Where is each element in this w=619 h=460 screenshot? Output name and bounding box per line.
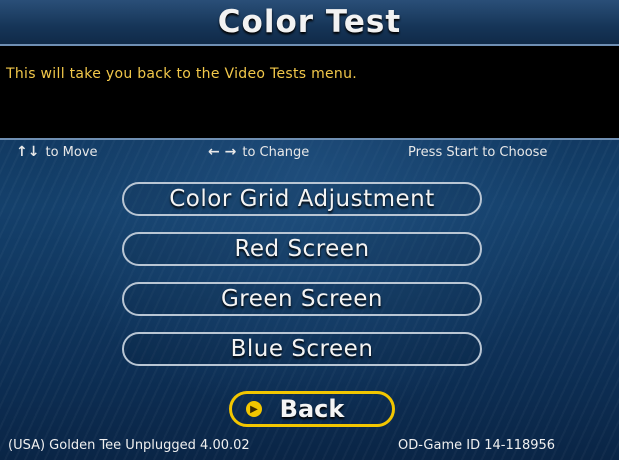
menu-item-red-screen[interactable]: Red Screen xyxy=(122,232,482,266)
start-hint: Press Start to Choose xyxy=(408,145,547,160)
title-bar: Color Test xyxy=(0,0,619,46)
page-title: Color Test xyxy=(217,4,402,40)
menu-item-green-screen[interactable]: Green Screen xyxy=(122,282,482,316)
version-text: (USA) Golden Tee Unplugged 4.00.02 xyxy=(8,438,250,453)
start-hint-label: Press Start to Choose xyxy=(408,144,548,160)
change-hint-label: to Change xyxy=(242,144,310,160)
message-box: This will take you back to the Video Tes… xyxy=(0,46,619,140)
back-button[interactable]: ▶ Back xyxy=(229,391,395,427)
menu-item-color-grid-adjustment[interactable]: Color Grid Adjustment xyxy=(122,182,482,216)
footer: (USA) Golden Tee Unplugged 4.00.02 OD-Ga… xyxy=(0,435,619,457)
menu-item-blue-screen[interactable]: Blue Screen xyxy=(122,332,482,366)
move-hint: ↑↓ to Move xyxy=(16,144,98,160)
selection-caret-icon: ▶ xyxy=(246,401,262,417)
controls-hint-bar: ↑↓ to Move ← → to Change Press Start to … xyxy=(0,140,619,164)
help-message: This will take you back to the Video Tes… xyxy=(6,66,358,82)
change-hint: ← → to Change xyxy=(208,144,309,160)
move-hint-label: to Move xyxy=(45,144,98,160)
back-button-label: Back xyxy=(279,395,345,423)
game-id-text: OD-Game ID 14-118956 xyxy=(398,438,556,453)
up-down-arrows-icon: ↑↓ xyxy=(16,144,40,160)
left-right-arrows-icon: ← → xyxy=(208,144,237,160)
